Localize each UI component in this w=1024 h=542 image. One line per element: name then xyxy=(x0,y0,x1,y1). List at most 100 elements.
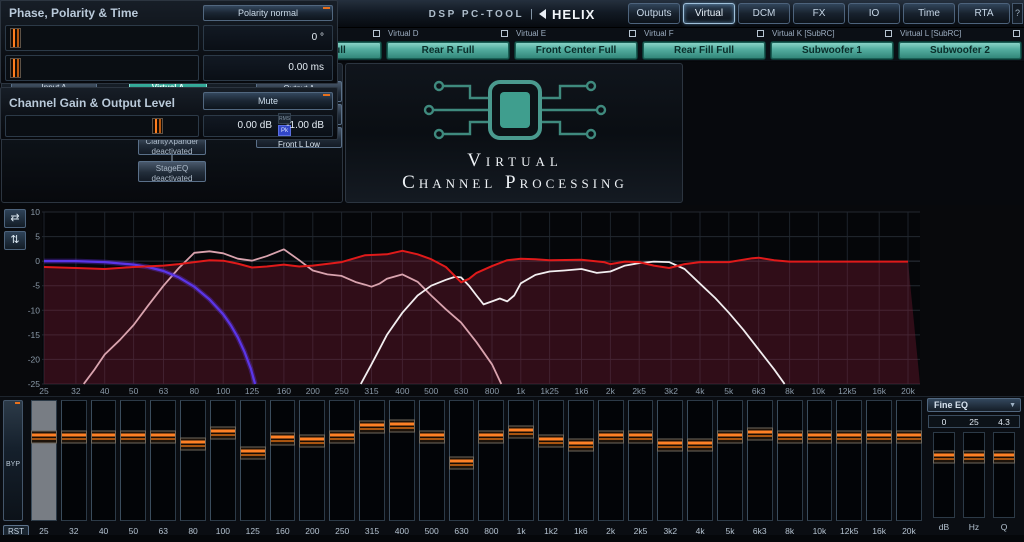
eq-band-handle[interactable] xyxy=(568,439,594,452)
fine-eq-track[interactable] xyxy=(993,432,1015,518)
eq-band-track[interactable] xyxy=(628,400,654,521)
fine-eq-value-q[interactable]: 4.3 xyxy=(989,416,1019,427)
phase-slider-handle[interactable] xyxy=(10,28,21,48)
eq-band-handle[interactable] xyxy=(61,430,87,443)
eq-band-handle[interactable] xyxy=(747,428,773,441)
eq-band-handle[interactable] xyxy=(628,430,654,443)
eq-band-track[interactable] xyxy=(180,400,206,521)
eq-band-handle[interactable] xyxy=(180,437,206,450)
channel-tab-button[interactable]: Subwoofer 1 xyxy=(770,41,894,60)
gain-slider-handle[interactable] xyxy=(152,118,163,134)
eq-band-handle[interactable] xyxy=(657,439,683,452)
phase-value-box[interactable]: 0 ° xyxy=(203,25,333,51)
eq-band-track[interactable] xyxy=(270,400,296,521)
eq-band-track[interactable] xyxy=(777,400,803,521)
eq-band-track[interactable] xyxy=(747,400,773,521)
eq-band-track[interactable] xyxy=(299,400,325,521)
eq-band-track[interactable] xyxy=(807,400,833,521)
delay-slider[interactable] xyxy=(5,55,199,81)
eq-band-track[interactable] xyxy=(329,400,355,521)
eq-band-track[interactable] xyxy=(150,400,176,521)
delay-slider-handle[interactable] xyxy=(10,58,21,78)
channel-tab-button[interactable]: Rear R Full xyxy=(386,41,510,60)
h-zoom-button[interactable]: ⇄ xyxy=(4,209,26,228)
eq-band-handle[interactable] xyxy=(329,430,355,443)
v-zoom-button[interactable]: ⇅ xyxy=(4,231,26,250)
eq-band-handle[interactable] xyxy=(687,439,713,452)
channel-link-checkbox[interactable] xyxy=(373,30,380,37)
eq-band-handle[interactable] xyxy=(210,427,236,440)
flow-stageeq[interactable]: StageEQ deactivated xyxy=(138,161,206,182)
nav-button-virtual[interactable]: Virtual xyxy=(683,3,735,24)
fine-eq-dropdown[interactable]: Fine EQ ▼ xyxy=(927,398,1021,412)
nav-button-outputs[interactable]: Outputs xyxy=(628,3,680,24)
eq-band-track[interactable] xyxy=(538,400,564,521)
help-button[interactable]: ? xyxy=(1012,3,1023,24)
channel-link-checkbox[interactable] xyxy=(501,30,508,37)
eq-band-track[interactable] xyxy=(419,400,445,521)
delay-value-box[interactable]: 0.00 ms xyxy=(203,55,333,81)
eq-band-handle[interactable] xyxy=(120,430,146,443)
nav-button-fx[interactable]: FX xyxy=(793,3,845,24)
eq-band-track[interactable] xyxy=(478,400,504,521)
gain-slider[interactable] xyxy=(5,115,199,137)
eq-band-track[interactable] xyxy=(31,400,57,521)
eq-band-track[interactable] xyxy=(240,400,266,521)
eq-band-handle[interactable] xyxy=(896,430,922,443)
eq-band-track[interactable] xyxy=(866,400,892,521)
frequency-response-plot[interactable]: 2532405063801001251602002503154005006308… xyxy=(28,207,924,396)
eq-band-handle[interactable] xyxy=(717,430,743,443)
eq-band-track[interactable] xyxy=(717,400,743,521)
channel-link-checkbox[interactable] xyxy=(1013,30,1020,37)
eq-band-track[interactable] xyxy=(120,400,146,521)
mute-button[interactable]: Mute xyxy=(203,92,333,110)
eq-band-track[interactable] xyxy=(568,400,594,521)
phase-slider[interactable] xyxy=(5,25,199,51)
channel-link-checkbox[interactable] xyxy=(757,30,764,37)
eq-band-handle[interactable] xyxy=(478,430,504,443)
channel-tab-button[interactable]: Subwoofer 2 xyxy=(898,41,1022,60)
channel-tab-button[interactable]: Rear Fill Full xyxy=(642,41,766,60)
eq-band-track[interactable] xyxy=(389,400,415,521)
eq-band-handle[interactable] xyxy=(150,430,176,443)
nav-button-dcm[interactable]: DCM xyxy=(738,3,790,24)
fine-eq-track[interactable] xyxy=(933,432,955,518)
eq-band-handle[interactable] xyxy=(31,430,57,443)
eq-band-handle[interactable] xyxy=(836,430,862,443)
eq-band-handle[interactable] xyxy=(270,433,296,446)
eq-band-track[interactable] xyxy=(598,400,624,521)
fine-eq-value-hz[interactable]: 25 xyxy=(959,416,989,427)
fine-eq-value-db[interactable]: 0 xyxy=(929,416,959,427)
eq-band-handle[interactable] xyxy=(299,435,325,448)
eq-band-handle[interactable] xyxy=(359,421,385,434)
channel-link-checkbox[interactable] xyxy=(885,30,892,37)
nav-button-time[interactable]: Time xyxy=(903,3,955,24)
eq-band-track[interactable] xyxy=(657,400,683,521)
eq-band-handle[interactable] xyxy=(807,430,833,443)
fine-eq-handle[interactable] xyxy=(933,450,955,463)
eq-band-handle[interactable] xyxy=(389,419,415,432)
eq-band-handle[interactable] xyxy=(240,447,266,460)
channel-link-checkbox[interactable] xyxy=(629,30,636,37)
fine-eq-handle[interactable] xyxy=(993,450,1015,463)
eq-band-track[interactable] xyxy=(449,400,475,521)
eq-band-track[interactable] xyxy=(896,400,922,521)
fine-eq-handle[interactable] xyxy=(963,450,985,463)
nav-button-rta[interactable]: RTA xyxy=(958,3,1010,24)
nav-button-io[interactable]: IO xyxy=(848,3,900,24)
gain-value-box[interactable]: 0.00 dB RMS Pk -1.00 dB xyxy=(203,115,333,137)
eq-band-handle[interactable] xyxy=(777,430,803,443)
eq-band-track[interactable] xyxy=(61,400,87,521)
eq-band-track[interactable] xyxy=(687,400,713,521)
eq-band-track[interactable] xyxy=(91,400,117,521)
eq-band-handle[interactable] xyxy=(91,430,117,443)
eq-band-track[interactable] xyxy=(359,400,385,521)
eq-bypass-button[interactable]: BYP xyxy=(3,400,23,521)
channel-tab-button[interactable]: Front Center Full xyxy=(514,41,638,60)
eq-band-handle[interactable] xyxy=(538,435,564,448)
eq-band-track[interactable] xyxy=(508,400,534,521)
eq-band-handle[interactable] xyxy=(866,430,892,443)
polarity-button[interactable]: Polarity normal xyxy=(203,5,333,21)
eq-band-handle[interactable] xyxy=(449,456,475,469)
eq-band-handle[interactable] xyxy=(508,425,534,438)
